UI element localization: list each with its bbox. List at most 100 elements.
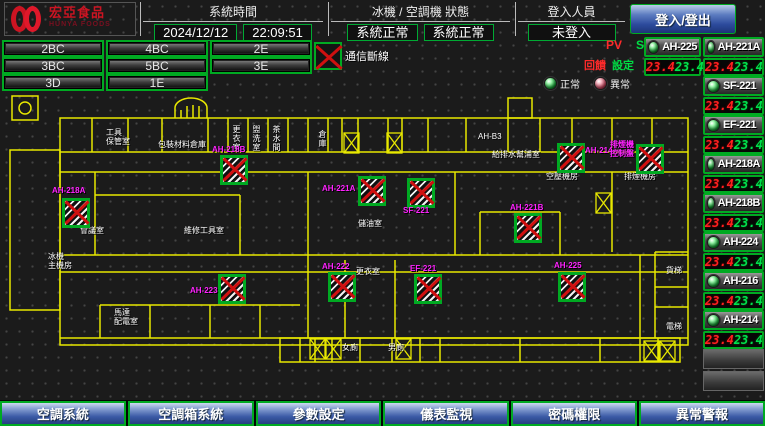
room-label: AH-B3 xyxy=(478,132,502,141)
room-label: 男廁 xyxy=(388,343,404,352)
ahu-comm-loss-icon[interactable] xyxy=(557,143,585,173)
floor-button-2e[interactable]: 2E xyxy=(210,40,312,57)
floor-button-4bc[interactable]: 4BC xyxy=(106,40,208,57)
ahu-comm-loss-icon[interactable] xyxy=(358,176,386,206)
unit-status-lamp-icon xyxy=(707,41,715,54)
unit-panel-sf-221[interactable]: SF-221 xyxy=(703,76,764,96)
ahu-comm-loss-icon[interactable] xyxy=(407,178,435,208)
company-logo-icon xyxy=(11,6,45,32)
header-bar: 宏亞食品 HUNYA FOODS 系統時間 2024/12/12 22:09:5… xyxy=(0,0,765,38)
abnormal-legend: 異常 xyxy=(594,76,630,91)
floor-button-3e[interactable]: 3E xyxy=(210,57,312,74)
floor-button-label: 3D xyxy=(5,77,101,88)
device-label: AH-214 xyxy=(585,146,613,155)
unit-name: AH-221A xyxy=(718,41,760,53)
unit-panel-ah-218b[interactable]: AH-218B xyxy=(703,193,764,213)
device-label: EF-221 xyxy=(410,264,436,273)
unit-name: AH-218A xyxy=(718,158,760,170)
unit-status-lamp-icon xyxy=(707,314,720,327)
nav-button-1[interactable]: 空調箱系統 xyxy=(128,401,254,426)
unit-status-lamp-icon xyxy=(707,275,720,288)
room-label: 冰機 主機房 xyxy=(48,252,72,270)
device-label: AH-222 xyxy=(322,262,350,271)
room-label: 給排水幫浦室 xyxy=(492,150,540,159)
device-label: AH-218A xyxy=(52,186,85,195)
unit-values-ah-221a: 23.423.4 xyxy=(703,58,764,76)
room-label: 儲油室 xyxy=(358,219,382,228)
floor-button-1e[interactable]: 1E xyxy=(106,74,208,91)
ahu-comm-loss-icon[interactable] xyxy=(558,272,586,302)
device-label: AH-221A xyxy=(322,184,355,193)
floor-button-5bc[interactable]: 5BC xyxy=(106,57,208,74)
nav-button-2[interactable]: 參數設定 xyxy=(256,401,382,426)
ahu-comm-loss-icon[interactable] xyxy=(218,274,246,304)
unit-status-lamp-icon xyxy=(707,158,715,171)
room-label: 茶水間 xyxy=(272,125,281,152)
unit-pv-value: 23.4 xyxy=(705,294,734,308)
unit-values-ef-221: 23.423.4 xyxy=(703,136,764,154)
nav-button-3[interactable]: 儀表監視 xyxy=(383,401,509,426)
unit-panel-ah-221a[interactable]: AH-221A xyxy=(703,37,764,57)
floor-button-2bc[interactable]: 2BC xyxy=(2,40,104,57)
ahu-comm-loss-icon[interactable] xyxy=(414,274,442,304)
unit-pv-value: 23.4 xyxy=(705,333,734,347)
unit-panel-ah-216[interactable]: AH-216 xyxy=(703,271,764,291)
system-date-value: 2024/12/12 xyxy=(154,24,237,41)
company-name: 宏亞食品 xyxy=(49,7,111,19)
unit-name: AH-218B xyxy=(718,197,760,209)
comm-loss-legend-label: 通信斷線 xyxy=(345,48,389,64)
feedback-label: 回饋 xyxy=(584,57,606,73)
unit-name: AH-214 xyxy=(723,314,758,326)
unit-status-lamp-icon xyxy=(707,236,720,249)
unit-name: AH-224 xyxy=(723,236,758,248)
unit-values-ah-224: 23.423.4 xyxy=(703,253,764,271)
chiller-status-value: 系統正常 xyxy=(347,24,417,41)
ahu-comm-loss-icon[interactable] xyxy=(220,155,248,185)
unit-sv-value: 23.4 xyxy=(734,216,763,230)
unit-panel-ah-218a[interactable]: AH-218A xyxy=(703,154,764,174)
unit-name: SF-221 xyxy=(723,80,756,92)
unit-pv-value: 23.4 xyxy=(646,60,675,74)
unit-sv-value: 23.4 xyxy=(734,138,763,152)
empty-unit-slot xyxy=(703,349,764,369)
ahu-comm-loss-icon[interactable] xyxy=(328,272,356,302)
floor-button-3d[interactable]: 3D xyxy=(2,74,104,91)
floor-button-3bc[interactable]: 3BC xyxy=(2,57,104,74)
empty-unit-slot xyxy=(703,371,764,391)
nav-button-4[interactable]: 密碼權限 xyxy=(511,401,637,426)
unit-panel-ah-224[interactable]: AH-224 xyxy=(703,232,764,252)
machine-status-section: 冰機 / 空調機 狀態 系統正常 系統正常 xyxy=(328,2,512,36)
unit-status-lamp-icon xyxy=(707,80,720,93)
room-label: 貨梯 xyxy=(666,266,682,275)
device-label: 排煙機 控制盤 xyxy=(610,140,634,158)
nav-button-0[interactable]: 空調系統 xyxy=(0,401,126,426)
unit-values-ah-218a: 23.423.4 xyxy=(703,175,764,193)
unit-pv-value: 23.4 xyxy=(705,99,734,113)
room-label: 包裝材料倉庫 xyxy=(158,140,206,149)
login-logout-button[interactable]: 登入/登出 xyxy=(630,4,736,34)
unit-name: AH-216 xyxy=(723,275,758,287)
ahu-comm-loss-icon[interactable] xyxy=(636,144,664,174)
unit-sv-value: 23.4 xyxy=(734,333,763,347)
unit-sv-value: 23.4 xyxy=(734,60,763,74)
unit-sv-value: 23.4 xyxy=(734,255,763,269)
unit-panel-ah-214[interactable]: AH-214 xyxy=(703,310,764,330)
company-logo: 宏亞食品 HUNYA FOODS xyxy=(4,2,136,36)
normal-legend-label: 正常 xyxy=(560,76,580,91)
ahu-comm-loss-icon[interactable] xyxy=(514,213,542,243)
room-label: 盥洗室 xyxy=(252,125,261,152)
abnormal-lamp-icon xyxy=(594,77,607,90)
device-label: AH-223 xyxy=(190,286,218,295)
unit-panel-ef-221[interactable]: EF-221 xyxy=(703,115,764,135)
unit-pv-value: 23.4 xyxy=(705,177,734,191)
unit-panel-ah-225[interactable]: AH-225 xyxy=(644,37,701,57)
pv-header-label: PV xyxy=(606,38,622,52)
nav-button-5[interactable]: 異常警報 xyxy=(639,401,765,426)
ahu-comm-loss-icon[interactable] xyxy=(62,198,90,228)
unit-sv-value: 23.4 xyxy=(734,294,763,308)
system-time-label: 系統時間 xyxy=(143,3,323,22)
device-label: AH-218B xyxy=(212,145,245,154)
system-time-section: 系統時間 2024/12/12 22:09:51 xyxy=(140,2,325,36)
normal-lamp-icon xyxy=(544,77,557,90)
unit-values-ah-218b: 23.423.4 xyxy=(703,214,764,232)
